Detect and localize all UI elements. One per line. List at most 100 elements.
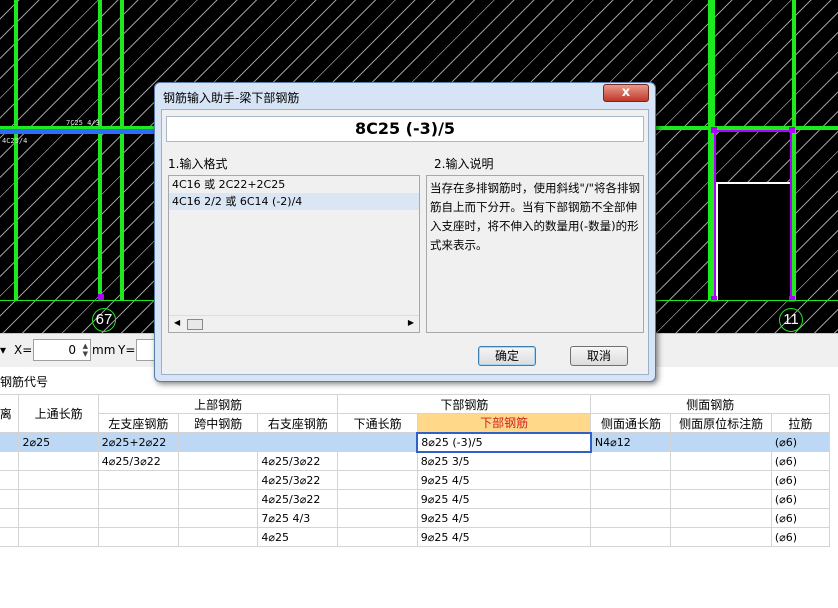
table-cell[interactable]: 9⌀25 4/5 [416, 508, 592, 528]
col-bottom-through[interactable]: 下通长筋 [337, 413, 418, 433]
table-cell[interactable]: 8⌀25 3/5 [416, 451, 592, 471]
table-cell[interactable] [670, 489, 772, 509]
table-cell[interactable] [18, 470, 99, 490]
list-item[interactable]: 4C16 2/2 或 6C14 (-2)/4 [169, 193, 419, 210]
table-cell[interactable] [178, 489, 259, 509]
col-bottom-rebar[interactable]: 下部钢筋 [416, 413, 592, 433]
table-cell[interactable] [670, 432, 772, 452]
format-list[interactable]: 4C16 或 2C22+2C25 4C16 2/2 或 6C14 (-2)/4 … [168, 175, 420, 333]
list-item[interactable]: 4C16 或 2C22+2C25 [169, 176, 419, 193]
table-cell[interactable] [0, 470, 20, 490]
table-row[interactable]: 4⌀25/3⌀22 9⌀25 4/5 (⌀6) [0, 489, 831, 509]
beam-annotation: 4C25/4 [2, 137, 28, 145]
grip-point[interactable] [711, 127, 717, 133]
table-row[interactable]: 7⌀25 4/3 9⌀25 4/5 (⌀6) [0, 508, 831, 528]
rebar-input-dialog: 钢筋输入助手-梁下部钢筋 x 8C25 (-3)/5 1.输入格式 2.输入说明… [154, 82, 656, 382]
scroll-right-icon[interactable]: ▶ [408, 318, 414, 327]
dialog-title: 钢筋输入助手-梁下部钢筋 [163, 91, 300, 105]
spinner-icon[interactable]: ▲ ▼ [83, 342, 88, 358]
table-cell[interactable]: 7⌀25 4/3 [257, 508, 339, 528]
x-input[interactable]: 0 ▲ ▼ [33, 339, 91, 361]
table-cell[interactable] [337, 489, 418, 509]
table-cell[interactable] [337, 527, 418, 547]
table-cell[interactable]: (⌀6) [770, 527, 831, 547]
table-cell[interactable] [18, 508, 99, 528]
table-cell[interactable]: (⌀6) [770, 432, 831, 452]
col-right-support[interactable]: 右支座钢筋 [257, 413, 339, 433]
table-cell[interactable]: (⌀6) [770, 451, 831, 471]
table-cell[interactable] [257, 432, 339, 452]
grip-point[interactable] [789, 127, 795, 133]
ok-button[interactable]: 确定 [478, 346, 536, 366]
table-cell[interactable]: 9⌀25 4/5 [416, 527, 592, 547]
table-cell[interactable] [0, 527, 20, 547]
table-cell[interactable]: 9⌀25 4/5 [416, 470, 592, 490]
dropdown-arrow-icon[interactable]: ▾ [0, 343, 6, 357]
table-cell[interactable]: 4⌀25 [257, 527, 339, 547]
table-cell[interactable] [178, 451, 259, 471]
group-bottom: 下部钢筋 [337, 394, 592, 414]
table-cell[interactable] [337, 451, 418, 471]
table-cell[interactable] [590, 470, 672, 490]
table-cell[interactable] [0, 508, 20, 528]
table-row[interactable]: 4⌀25 9⌀25 4/5 (⌀6) [0, 527, 831, 547]
col-top-through[interactable]: 上通长筋 [18, 394, 99, 433]
table-cell[interactable]: 4⌀25/3⌀22 [257, 470, 339, 490]
table-cell[interactable] [178, 527, 259, 547]
table-cell[interactable] [337, 508, 418, 528]
table-cell[interactable] [97, 527, 180, 547]
grip-point[interactable] [789, 296, 795, 302]
table-cell[interactable]: 2⌀25 [18, 432, 99, 452]
table-cell[interactable] [670, 527, 772, 547]
table-cell[interactable]: (⌀6) [770, 470, 831, 490]
table-cell[interactable] [670, 508, 772, 528]
table-cell[interactable]: (⌀6) [770, 508, 831, 528]
table-cell[interactable] [590, 489, 672, 509]
col-distance[interactable]: 离 [0, 394, 20, 433]
table-row[interactable]: 4⌀25/3⌀22 9⌀25 4/5 (⌀6) [0, 470, 831, 490]
table-cell[interactable] [18, 451, 99, 471]
table-cell[interactable] [178, 432, 259, 452]
table-row[interactable]: 4⌀25/3⌀22 4⌀25/3⌀22 8⌀25 3/5 (⌀6) [0, 451, 831, 471]
table-cell[interactable] [97, 470, 180, 490]
active-cell[interactable]: 8⌀25 (-3)/5 [416, 431, 592, 453]
table-cell[interactable] [0, 451, 20, 471]
table-cell[interactable] [670, 470, 772, 490]
table-cell[interactable] [337, 432, 418, 452]
cancel-button[interactable]: 取消 [570, 346, 628, 366]
table-cell[interactable]: 4⌀25/3⌀22 [97, 451, 180, 471]
table-cell[interactable] [97, 489, 180, 509]
table-cell[interactable] [18, 527, 99, 547]
table-cell[interactable]: 9⌀25 4/5 [416, 489, 592, 509]
table-cell[interactable]: N4⌀12 [590, 432, 672, 452]
close-button[interactable]: x [603, 84, 649, 102]
scroll-left-icon[interactable]: ◀ [174, 318, 180, 327]
table-cell[interactable] [178, 470, 259, 490]
grip-point[interactable] [711, 296, 717, 302]
horizontal-scrollbar[interactable]: ◀ ▶ [169, 315, 419, 332]
table-cell[interactable]: 2⌀25+2⌀22 [97, 432, 180, 452]
scroll-thumb[interactable] [187, 319, 203, 330]
table-cell[interactable]: 4⌀25/3⌀22 [257, 489, 339, 509]
table-cell[interactable] [590, 527, 672, 547]
table-cell[interactable]: (⌀6) [770, 489, 831, 509]
table-cell[interactable] [590, 451, 672, 471]
table-cell[interactable] [337, 470, 418, 490]
col-midspan[interactable]: 跨中钢筋 [178, 413, 259, 433]
table-cell[interactable] [590, 508, 672, 528]
table-cell[interactable]: 4⌀25/3⌀22 [257, 451, 339, 471]
table-cell[interactable] [97, 508, 180, 528]
table-cell[interactable] [18, 489, 99, 509]
table-row[interactable]: 2⌀25 2⌀25+2⌀22 8⌀25 (-3)/5 N4⌀12 (⌀6) [0, 431, 831, 453]
table-cell[interactable] [0, 432, 20, 452]
col-side-through[interactable]: 侧面通长筋 [590, 413, 672, 433]
col-left-support[interactable]: 左支座钢筋 [97, 413, 180, 433]
col-side-inplace[interactable]: 侧面原位标注筋 [670, 413, 772, 433]
column-line [98, 0, 102, 300]
table-cell[interactable] [178, 508, 259, 528]
table-cell[interactable] [670, 451, 772, 471]
selected-beam[interactable] [0, 129, 160, 134]
table-cell[interactable] [0, 489, 20, 509]
rebar-input-field[interactable]: 8C25 (-3)/5 [166, 116, 644, 142]
col-tie[interactable]: 拉筋 [770, 413, 831, 433]
